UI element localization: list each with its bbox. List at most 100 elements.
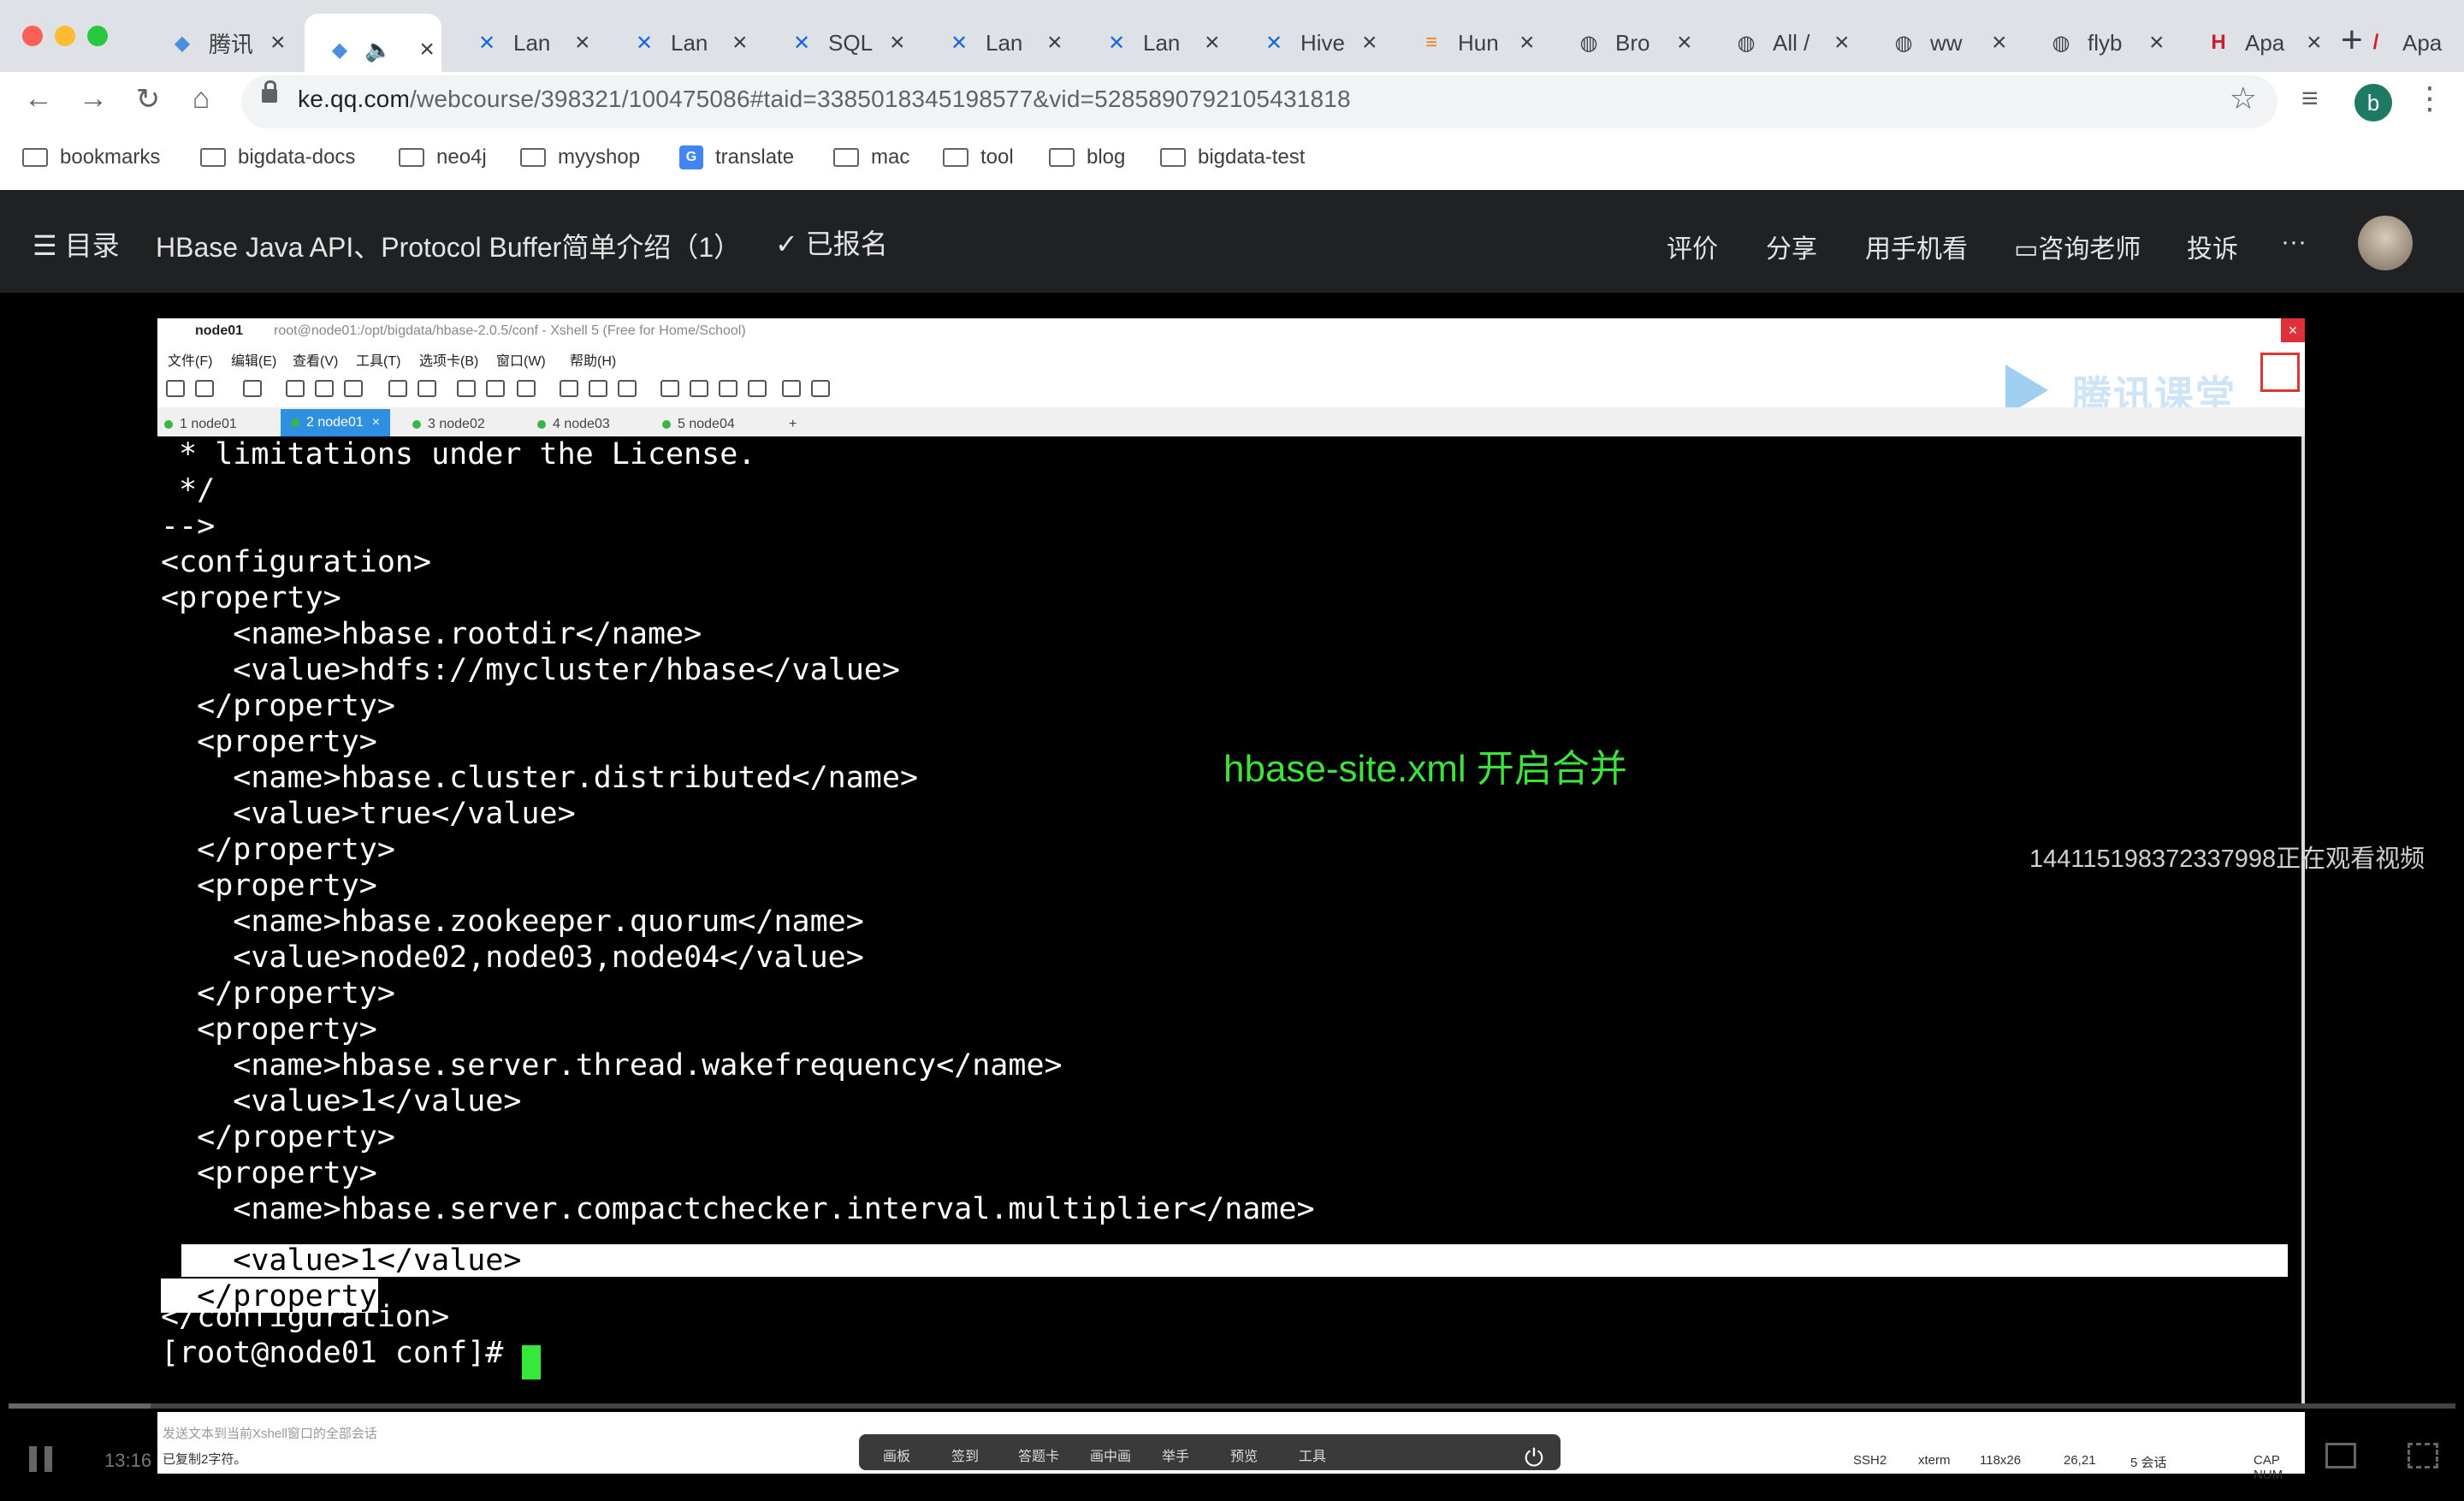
tab-title: flyb [2088,29,2123,56]
folder-icon [833,148,859,167]
browser-tab[interactable]: ◍ flyb × [2026,14,2173,72]
xshell-tab-3: 3 node02 [412,412,485,436]
viewer-watermark: 144115198372337998正在观看视频 [2029,845,2426,873]
close-tab-icon[interactable]: × [1047,28,1063,57]
class-toolbar-dock: 画板 签到 答题卡 画中画 举手 预览 工具 ⏻ [859,1434,1561,1471]
tab-title: Bro [1615,29,1650,56]
bookmark-star-icon[interactable]: ☆ [2230,80,2257,116]
bookmark-blog[interactable]: blog [1049,145,1125,169]
video-progress-bar[interactable] [9,1403,2455,1409]
course-title: HBase Java API、Protocol Buffer简单介绍（1） [156,232,742,263]
bookmark-bigdata-docs[interactable]: bigdata-docs [200,145,355,169]
browser-toolbar: ← → ↻ ⌂ ke.qq.com/webcourse/398321/10047… [0,72,2464,132]
browser-tab[interactable]: ◆ 腾讯 × [147,14,294,72]
close-tab-icon[interactable]: × [732,28,748,57]
video-time: 13:16 [104,1450,152,1471]
media-control-icon[interactable]: ≡ [2301,82,2319,116]
browser-tab[interactable]: H Apa × [2183,14,2331,72]
tab-title: Lan [671,29,708,56]
tab-title: Apa [2245,29,2285,56]
browser-tab[interactable]: ◍ All / × [1711,14,1858,72]
bookmark-neo4j[interactable]: neo4j [399,145,487,169]
url-text[interactable]: ke.qq.com/webcourse/398321/100475086#tai… [298,86,1351,113]
browser-tab[interactable]: ✕ Lan × [452,14,599,72]
close-tab-icon[interactable]: × [270,28,286,57]
browser-menu-icon[interactable]: ⋮ [2414,80,2445,116]
tab-title: Hive [1300,29,1346,56]
close-tab-icon[interactable]: × [1834,28,1850,57]
confluence-icon: ✕ [477,31,496,55]
confluence-icon: ✕ [950,31,968,55]
new-tab-button[interactable]: + [2341,19,2363,62]
ask-teacher-button[interactable]: ▭咨询老师 [2014,228,2141,265]
folder-icon [943,148,968,167]
tencent-class-icon: ◆ [331,38,348,62]
xshell-add-tab-icon: + [789,417,797,431]
reload-button[interactable]: ↻ [128,82,168,116]
tab-title: ww [1930,29,1963,56]
bookmark-myyshop[interactable]: myyshop [520,145,640,169]
bookmark-tool[interactable]: tool [943,145,1014,169]
close-tab-icon[interactable]: × [575,28,590,57]
share-button[interactable]: 分享 [1766,228,1817,265]
audio-playing-icon[interactable]: 🔈 [364,37,392,63]
browser-tab[interactable]: ✕ Lan × [924,14,1071,72]
close-tab-icon[interactable]: × [1519,28,1535,57]
tab-title: Hun [1458,29,1499,56]
folder-icon [399,148,424,167]
tab-title: Apa [2402,29,2443,56]
forward-button[interactable]: → [74,82,113,116]
xshell-tab-1: 1 node01 [164,412,237,436]
pause-icon[interactable] [29,1446,55,1472]
folder-icon [22,148,48,167]
course-header: ☰ 目录 HBase Java API、Protocol Buffer简单介绍（… [0,190,2464,293]
browser-tab[interactable]: ✕ Lan × [609,14,756,72]
close-tab-icon[interactable]: × [2149,28,2165,57]
close-tab-icon[interactable]: × [1992,28,2007,57]
confluence-icon: ✕ [1265,31,1283,55]
more-button[interactable]: ··· [2281,228,2307,257]
picture-in-picture-icon[interactable] [2325,1443,2356,1468]
user-avatar[interactable] [2358,216,2413,270]
bookmark-bookmarks[interactable]: bookmarks [22,145,160,169]
bookmark-translate[interactable]: Gtranslate [679,145,794,169]
catalog-button[interactable]: ☰ 目录 [33,224,120,264]
bookmark-bigdata-test[interactable]: bigdata-test [1160,145,1305,169]
close-tab-icon[interactable]: × [1205,28,1220,57]
xshell-close-icon: × [2281,318,2305,342]
close-tab-icon[interactable]: × [1362,28,1377,57]
globe-icon: ◍ [2052,31,2070,55]
bookmark-mac[interactable]: mac [833,145,909,169]
close-tab-icon[interactable]: × [2307,28,2322,57]
address-bar[interactable]: ke.qq.com/webcourse/398321/100475086#tai… [241,75,2277,128]
tab-title: Lan [986,29,1023,56]
home-button[interactable]: ⌂ [181,82,221,116]
xshell-tab-4: 4 node03 [537,412,610,436]
close-tab-icon[interactable]: × [419,35,435,64]
lock-icon[interactable] [262,80,277,103]
browser-tab[interactable]: ≡ Hun × [1396,14,1543,72]
window-close-button[interactable] [22,26,43,46]
xshell-tab-5: 5 node04 [662,412,735,436]
globe-icon: ◍ [1894,31,1913,55]
browser-tab[interactable]: ✕ Lan × [1081,14,1229,72]
browser-tab[interactable]: ✕ Hive × [1239,14,1386,72]
rate-button[interactable]: 评价 [1667,228,1718,265]
confluence-icon: ✕ [792,31,811,55]
browser-tab[interactable]: ◍ Bro × [1554,14,1701,72]
browser-tab[interactable]: ◍ ww × [1869,14,2016,72]
folder-icon [1160,148,1186,167]
close-tab-icon[interactable]: × [1677,28,1692,57]
profile-avatar[interactable]: b [2354,84,2392,122]
hamburger-icon: ☰ [33,230,65,261]
close-tab-icon[interactable]: × [890,28,905,57]
folder-icon [1049,148,1075,167]
fullscreen-icon[interactable] [2408,1443,2438,1468]
browser-tab[interactable]: ✕ SQL × [767,14,914,72]
xshell-tab-2: 2 node01 × [281,409,391,436]
window-maximize-button[interactable] [87,26,108,46]
watch-on-phone-button[interactable]: 用手机看 [1865,228,1968,265]
back-button[interactable]: ← [19,82,58,116]
complain-button[interactable]: 投诉 [2187,228,2238,265]
window-minimize-button[interactable] [55,26,75,46]
